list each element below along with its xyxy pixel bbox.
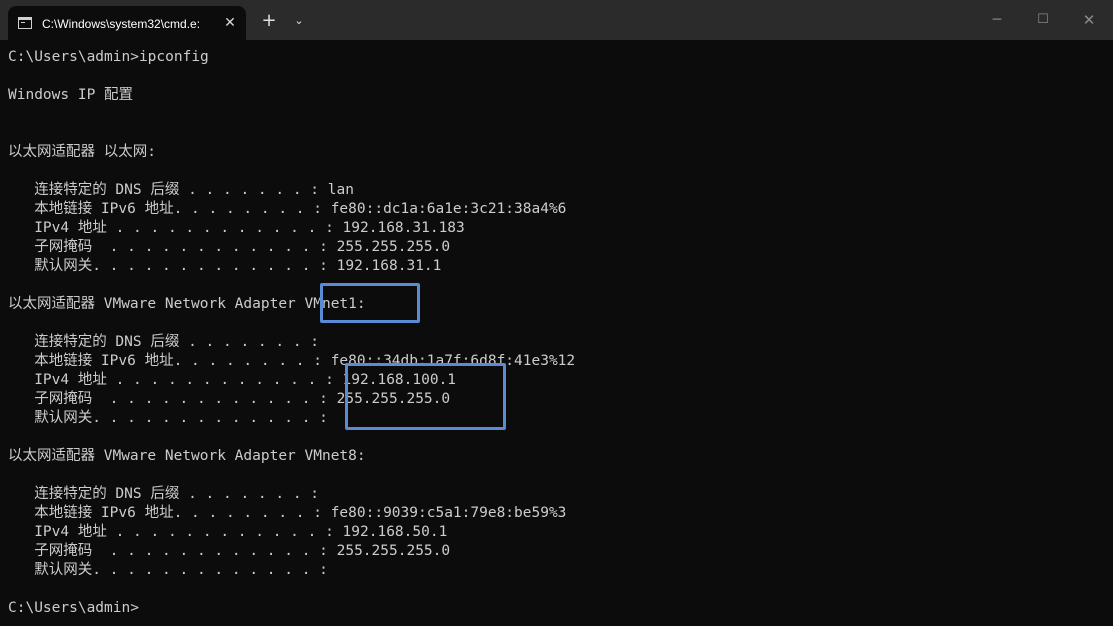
- maximize-button[interactable]: ☐: [1020, 0, 1066, 40]
- terminal-line: 子网掩码 . . . . . . . . . . . . : 255.255.2…: [8, 543, 451, 559]
- terminal-line: 以太网适配器 VMware Network Adapter VMnet1:: [8, 296, 366, 312]
- chevron-down-icon[interactable]: ⌄: [288, 10, 310, 32]
- terminal-output[interactable]: C:\Users\admin>ipconfig Windows IP 配置以太网适…: [8, 48, 1103, 618]
- terminal-line: 连接特定的 DNS 后缀 . . . . . . . :: [8, 334, 320, 350]
- terminal-line: 本地链接 IPv6 地址. . . . . . . . : fe80::34db…: [8, 353, 576, 369]
- terminal-line: 本地链接 IPv6 地址. . . . . . . . : fe80::dc1a…: [8, 201, 567, 217]
- terminal-line: 子网掩码 . . . . . . . . . . . . : 255.255.2…: [8, 239, 451, 255]
- terminal-window: C:\Windows\system32\cmd.e: ✕ + ⌄ ─ ☐ ✕ C…: [0, 0, 1113, 626]
- terminal-line: C:\Users\admin>: [8, 600, 139, 616]
- tab-cmd[interactable]: C:\Windows\system32\cmd.e: ✕: [8, 6, 246, 40]
- terminal-line: 本地链接 IPv6 地址. . . . . . . . : fe80::9039…: [8, 505, 567, 521]
- terminal-line: 连接特定的 DNS 后缀 . . . . . . . :: [8, 486, 320, 502]
- terminal-line: C:\Users\admin>ipconfig: [8, 49, 209, 65]
- tab-title: C:\Windows\system32\cmd.e:: [42, 17, 201, 31]
- terminal-line: 默认网关. . . . . . . . . . . . . :: [8, 562, 328, 578]
- close-button[interactable]: ✕: [1066, 0, 1112, 40]
- tab-close-icon[interactable]: ✕: [220, 13, 240, 33]
- new-tab-button[interactable]: +: [258, 10, 280, 32]
- cmd-icon: [18, 17, 32, 29]
- title-bar[interactable]: C:\Windows\system32\cmd.e: ✕ + ⌄ ─ ☐ ✕: [0, 0, 1113, 40]
- terminal-line: Windows IP 配置: [8, 87, 134, 103]
- minimize-button[interactable]: ─: [974, 0, 1020, 40]
- terminal-line: 以太网适配器 VMware Network Adapter VMnet8:: [8, 448, 366, 464]
- terminal-line: IPv4 地址 . . . . . . . . . . . . : 192.16…: [8, 524, 448, 540]
- terminal-line: 默认网关. . . . . . . . . . . . . :: [8, 410, 328, 426]
- terminal-line: 默认网关. . . . . . . . . . . . . : 192.168.…: [8, 258, 442, 274]
- terminal-line: IPv4 地址 . . . . . . . . . . . . : 192.16…: [8, 372, 457, 388]
- terminal-line: 子网掩码 . . . . . . . . . . . . : 255.255.2…: [8, 391, 451, 407]
- terminal-line: 连接特定的 DNS 后缀 . . . . . . . : lan: [8, 182, 354, 198]
- terminal-line: 以太网适配器 以太网:: [8, 144, 156, 160]
- terminal-line: IPv4 地址 . . . . . . . . . . . . : 192.16…: [8, 220, 465, 236]
